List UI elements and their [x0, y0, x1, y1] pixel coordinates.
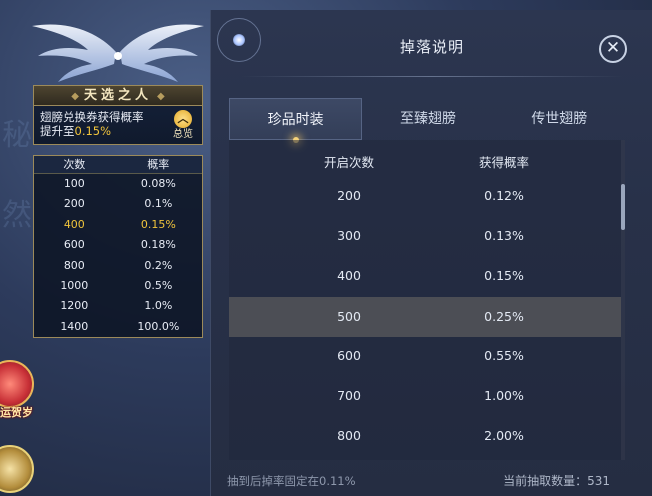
left-table-row: 100 0.08%	[34, 174, 202, 194]
coin-icon[interactable]	[0, 445, 34, 493]
info-line-2-prefix: 提升至	[40, 124, 75, 138]
list-row-highlight: 500 0.25%	[229, 297, 621, 337]
left-row-rate: 1.0%	[144, 299, 173, 313]
left-row-rate: 0.5%	[144, 278, 173, 292]
row-rate: 0.12%	[484, 188, 524, 203]
left-row-rate: 0.15%	[140, 217, 176, 231]
list-row: 600 0.55%	[229, 336, 621, 376]
row-rate: 0.55%	[484, 348, 524, 363]
left-table-header: 次数 概率	[34, 156, 202, 174]
left-header-rate: 概率	[147, 158, 170, 171]
footer-note: 抽到后掉率固定在0.11%	[227, 474, 356, 488]
list-row: 700 1.00%	[229, 376, 621, 416]
row-count: 400	[337, 268, 361, 283]
wings-emblem-icon	[32, 24, 204, 82]
left-row-rate: 100.0%	[137, 319, 180, 333]
draw-count-value: 531	[587, 474, 610, 488]
column-header-rate: 获得概率	[478, 155, 529, 170]
close-icon: ✕	[605, 38, 621, 58]
scrollbar[interactable]	[621, 140, 625, 460]
left-table-row: 800 0.2%	[34, 256, 202, 276]
summary-label: 总览	[173, 129, 193, 140]
left-row-rate: 0.1%	[144, 197, 173, 211]
chevron-up-icon: ︿	[174, 110, 192, 128]
background-glyph-top: 秘	[2, 118, 32, 153]
close-button[interactable]: ✕	[599, 35, 627, 63]
row-count: 300	[337, 228, 361, 243]
left-row-rate: 0.2%	[144, 258, 173, 272]
left-table-row-highlight: 400 0.15%	[34, 215, 202, 235]
list-row: 300 0.13%	[229, 216, 621, 256]
list-row: 400 0.15%	[229, 256, 621, 296]
festival-icon[interactable]	[0, 360, 34, 408]
header-divider	[241, 76, 623, 77]
row-rate: 2.00%	[484, 428, 524, 443]
left-row-count: 1400	[60, 319, 89, 333]
row-rate: 0.13%	[484, 228, 524, 243]
left-rate-table: 次数 概率 100 0.08% 200 0.1% 400 0.15% 600 0.18%…	[33, 155, 203, 338]
left-row-count: 200	[63, 197, 85, 211]
left-row-rate: 0.08%	[140, 177, 176, 190]
left-table-row: 200 0.1%	[34, 194, 202, 214]
left-table-row: 1400 100.0%	[34, 317, 202, 337]
row-rate: 0.15%	[484, 268, 524, 283]
row-count: 500	[337, 309, 361, 324]
festival-label[interactable]: 运贺岁	[0, 404, 33, 420]
left-table-row: 600 0.18%	[34, 235, 202, 255]
left-row-rate: 0.18%	[140, 238, 176, 252]
tab-legendary-wings[interactable]: 传世翅膀	[494, 98, 625, 140]
info-card: ◆ 天选之人 ◆ 翅膀兑换券获得概率 提升至0.15% ︿ 总览	[33, 85, 203, 145]
tab-fashion[interactable]: 珍品时装	[229, 98, 363, 143]
left-row-count: 1200	[60, 299, 89, 313]
column-header-count: 开启次数	[323, 155, 374, 170]
scrollbar-thumb[interactable]	[621, 184, 625, 230]
left-row-count: 600	[63, 238, 85, 252]
row-count: 200	[337, 188, 361, 203]
drop-rate-list[interactable]: 开启次数 获得概率 200 0.12% 300 0.13% 400 0.15% 500…	[229, 140, 625, 460]
row-rate: 0.25%	[484, 309, 524, 324]
left-row-count: 800	[63, 258, 85, 272]
left-row-count: 1000	[60, 278, 89, 292]
left-header-count: 次数	[63, 158, 86, 171]
left-row-count: 100	[63, 177, 85, 190]
panel-title: 掉落说明	[399, 38, 464, 56]
left-table-row: 1000 0.5%	[34, 276, 202, 296]
row-count: 800	[337, 428, 361, 443]
background-glyph-bottom: 然	[2, 198, 32, 233]
draw-count-label: 当前抽取数量：	[503, 474, 588, 488]
tab-bar: 珍品时装 至臻翅膀 传世翅膀	[229, 98, 625, 143]
title-deco-left-icon: ◆	[71, 91, 79, 102]
list-row: 200 0.12%	[229, 176, 621, 216]
info-card-text: 翅膀兑换券获得概率 提升至0.15%	[40, 110, 144, 138]
info-line-1: 翅膀兑换券获得概率	[40, 110, 144, 124]
info-line-2-value: 0.15%	[74, 124, 112, 138]
panel-header: 掉落说明 ✕	[211, 10, 652, 80]
drop-info-panel: 掉落说明 ✕ 珍品时装 至臻翅膀 传世翅膀 开启次数 获得概率 200 0.12%…	[210, 10, 652, 496]
title-deco-right-icon: ◆	[157, 91, 165, 102]
info-line-2: 提升至0.15%	[40, 124, 144, 138]
row-count: 700	[337, 388, 361, 403]
row-rate: 1.00%	[484, 388, 524, 403]
left-row-count: 400	[63, 217, 85, 231]
left-table-row: 1200 1.0%	[34, 296, 202, 316]
row-count: 600	[337, 348, 361, 363]
summary-button[interactable]: ︿ 总览	[168, 110, 198, 144]
info-card-title: ◆ 天选之人 ◆	[34, 86, 202, 106]
tab-supreme-wings[interactable]: 至臻翅膀	[362, 98, 493, 140]
draw-count: 当前抽取数量：531	[503, 472, 610, 489]
info-card-title-text: 天选之人	[83, 88, 152, 103]
list-row: 800 2.00%	[229, 416, 621, 456]
